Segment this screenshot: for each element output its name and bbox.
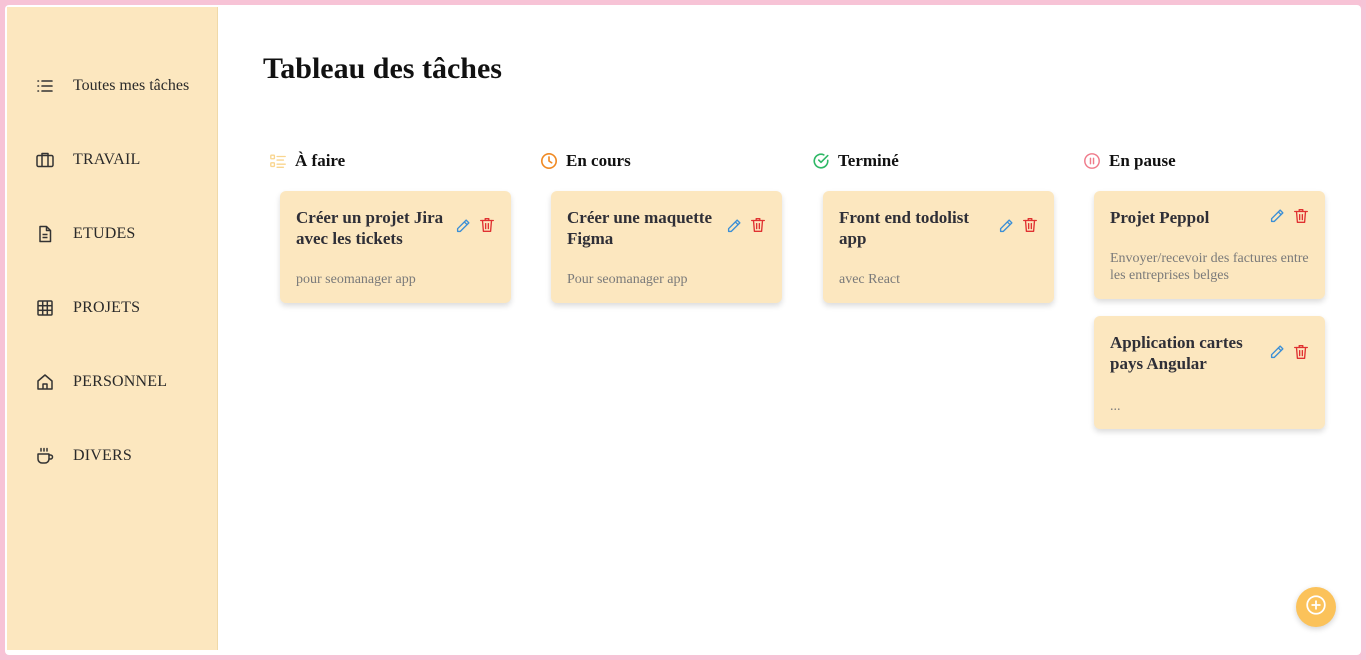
- column-header-todo: À faire: [268, 148, 345, 174]
- sidebar-item-label: DIVERS: [73, 447, 132, 464]
- sidebar-item-projets[interactable]: PROJETS: [35, 293, 140, 323]
- pause-circle-icon: [1082, 151, 1102, 171]
- edit-icon[interactable]: [454, 217, 472, 235]
- clock-icon: [539, 151, 559, 171]
- task-card[interactable]: Créer une maquette Figma Pour seomanager…: [551, 191, 782, 303]
- add-task-button[interactable]: [1296, 587, 1336, 627]
- coffee-icon: [35, 446, 55, 466]
- sidebar-item-all-tasks[interactable]: Toutes mes tâches: [35, 71, 189, 101]
- sidebar: Toutes mes tâches TRAVAIL ETUDES PROJETS: [7, 7, 218, 650]
- task-card[interactable]: Front end todolist app avec React: [823, 191, 1054, 303]
- todo-list-icon: [268, 151, 288, 171]
- edit-icon[interactable]: [725, 217, 743, 235]
- column-header-done: Terminé: [811, 148, 899, 174]
- column-header-paused: En pause: [1082, 148, 1176, 174]
- sidebar-item-etudes[interactable]: ETUDES: [35, 219, 136, 249]
- task-description: pour seomanager app: [296, 272, 416, 287]
- home-icon: [35, 372, 55, 392]
- task-card[interactable]: Créer un projet Jira avec les tickets po…: [280, 191, 511, 303]
- page-title: Tableau des tâches: [263, 52, 502, 85]
- trash-icon[interactable]: [478, 216, 496, 234]
- sidebar-item-personnel[interactable]: PERSONNEL: [35, 367, 167, 397]
- document-icon: [35, 224, 55, 244]
- sidebar-item-divers[interactable]: DIVERS: [35, 441, 132, 471]
- sidebar-item-label: Toutes mes tâches: [73, 77, 190, 94]
- column-title: Terminé: [838, 151, 899, 170]
- column-title: En cours: [566, 151, 631, 170]
- task-title: Créer un projet Jira avec les tickets: [296, 208, 444, 248]
- sidebar-item-label: PERSONNEL: [73, 373, 168, 390]
- task-description: Pour seomanager app: [567, 272, 688, 287]
- task-description: ...: [1110, 399, 1121, 414]
- task-title: Projet Peppol: [1110, 208, 1210, 227]
- task-card[interactable]: Projet Peppol Envoyer/recevoir des factu…: [1094, 191, 1325, 299]
- column-header-in-progress: En cours: [539, 148, 631, 174]
- task-description: Envoyer/recevoir des factures entre les …: [1110, 251, 1309, 283]
- column-title: En pause: [1109, 151, 1176, 170]
- column-title: À faire: [295, 151, 346, 170]
- grid-icon: [35, 298, 55, 318]
- task-title: Front end todolist app: [839, 208, 970, 248]
- edit-icon[interactable]: [1268, 343, 1286, 361]
- briefcase-icon: [35, 150, 55, 170]
- list-icon: [35, 76, 55, 96]
- sidebar-item-label: ETUDES: [73, 225, 136, 242]
- task-title: Application cartes pays Angular: [1110, 333, 1243, 373]
- task-card[interactable]: Application cartes pays Angular ...: [1094, 316, 1325, 429]
- trash-icon[interactable]: [749, 216, 767, 234]
- task-description: avec React: [839, 272, 901, 287]
- edit-icon[interactable]: [997, 217, 1015, 235]
- sidebar-item-label: TRAVAIL: [73, 151, 141, 168]
- sidebar-item-travail[interactable]: TRAVAIL: [35, 145, 141, 175]
- trash-icon[interactable]: [1292, 343, 1310, 361]
- task-title: Créer une maquette Figma: [567, 208, 713, 248]
- edit-icon[interactable]: [1268, 207, 1286, 225]
- trash-icon[interactable]: [1021, 216, 1039, 234]
- check-circle-icon: [811, 151, 831, 171]
- plus-circle-icon: [1305, 594, 1327, 621]
- sidebar-item-label: PROJETS: [73, 299, 141, 316]
- trash-icon[interactable]: [1292, 207, 1310, 225]
